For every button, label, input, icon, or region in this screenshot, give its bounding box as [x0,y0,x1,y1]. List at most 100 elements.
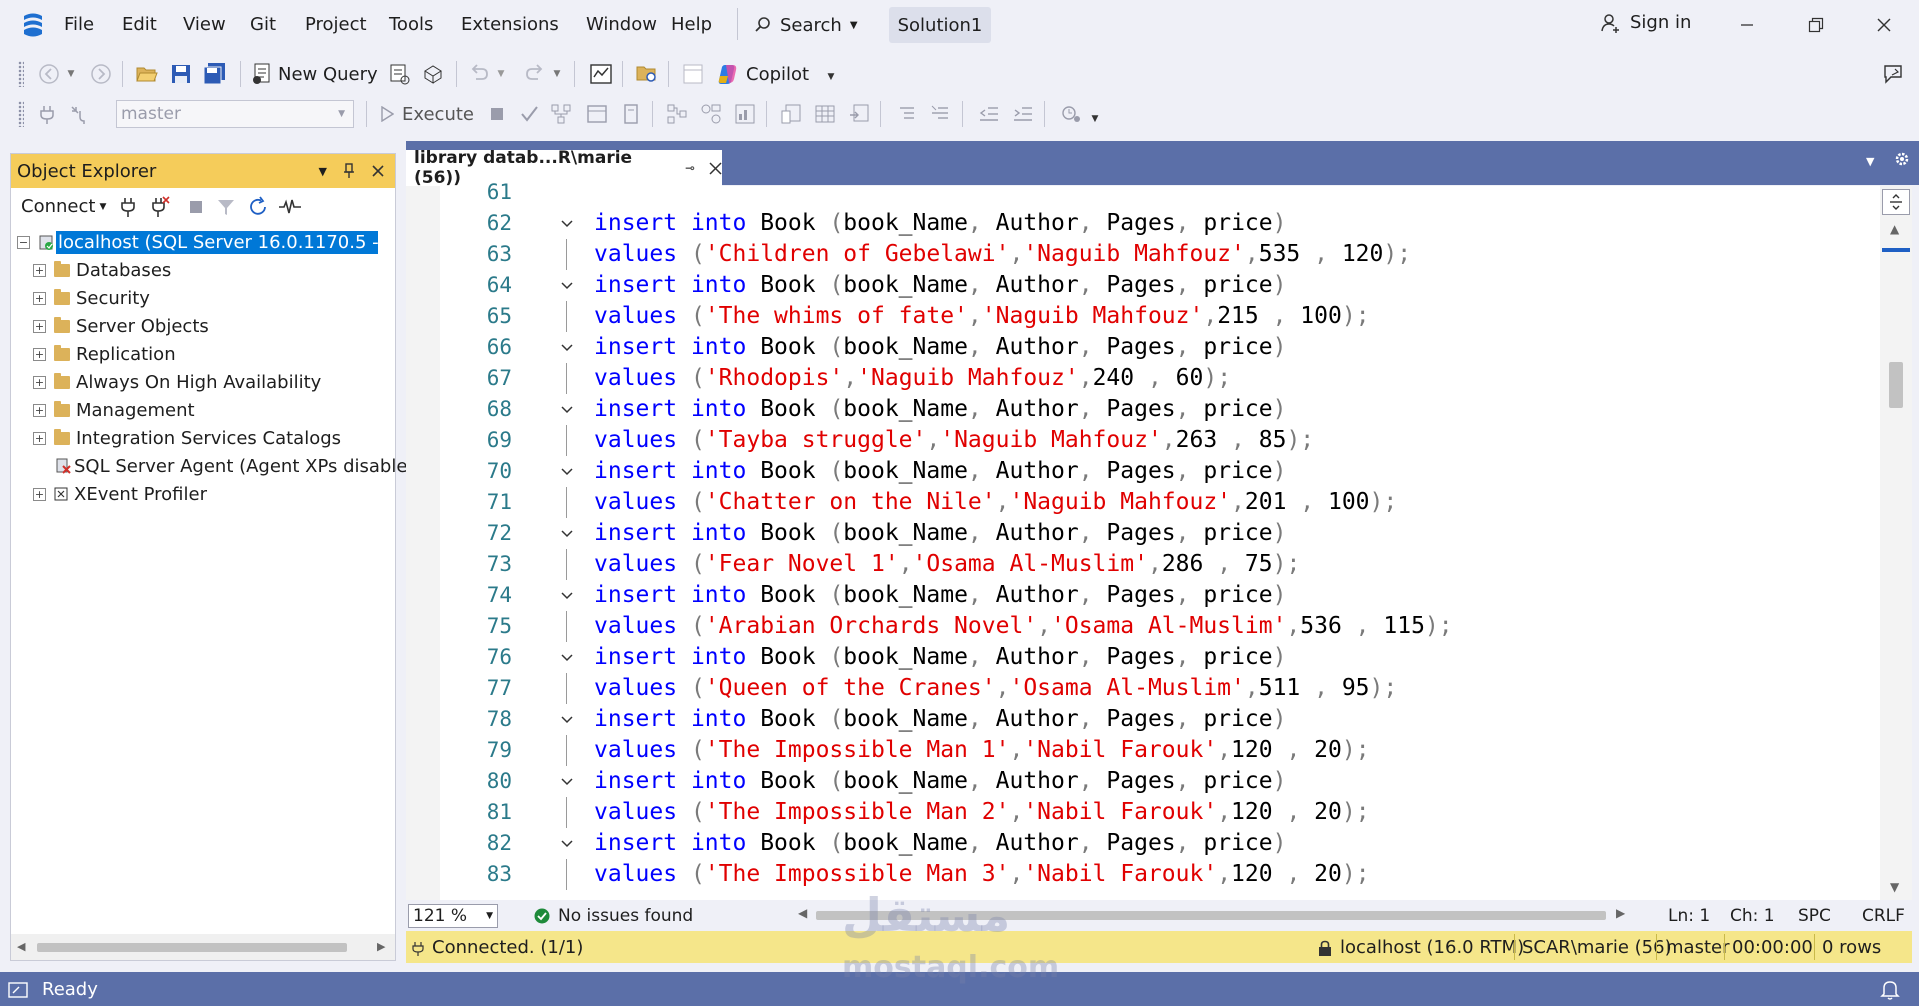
scroll-up-icon[interactable]: ▲ [1890,222,1899,236]
code-line[interactable]: 76 insert into Book (book_Name, Author, P… [406,642,1876,673]
code-line[interactable]: 75 values ('Arabian Orchards Novel','Osam… [406,611,1876,642]
connect-icon[interactable] [34,101,60,127]
menu-file[interactable]: File [64,14,94,35]
scroll-left-icon[interactable]: ◀ [17,940,25,953]
connect-dropdown[interactable]: Connect ▼ [21,196,106,217]
code-line[interactable]: 69 values ('Tayba struggle','Naguib Mahfo… [406,425,1876,456]
code-line[interactable]: 73 values ('Fear Novel 1','Osama Al-Musli… [406,549,1876,580]
restore-button[interactable] [1801,10,1831,40]
activity-monitor-icon[interactable] [588,61,614,87]
ssms-logo-icon[interactable] [18,10,48,40]
minimize-button[interactable] [1732,10,1762,40]
fold-chevron-icon[interactable] [558,642,576,673]
open-file-icon[interactable] [134,61,160,87]
back-dropdown-icon[interactable]: ▼ [64,61,78,87]
analysis-query-icon[interactable] [420,61,446,87]
results-to-text-icon[interactable] [778,101,804,127]
fold-chevron-icon[interactable] [558,270,576,301]
save-all-icon[interactable] [202,61,228,87]
expand-icon[interactable]: + [33,375,46,389]
menu-help[interactable]: Help [671,14,712,35]
code-line[interactable]: 68 insert into Book (book_Name, Author, P… [406,394,1876,425]
stop-icon[interactable] [183,194,209,220]
fold-chevron-icon[interactable] [558,518,576,549]
code-line[interactable]: 81 values ('The Impossible Man 2','Nabil … [406,797,1876,828]
redo-dropdown-icon[interactable]: ▼ [550,61,564,87]
forward-icon[interactable] [88,61,114,87]
hscroll-thumb[interactable] [816,911,1606,920]
hscroll-left-icon[interactable]: ◀ [798,906,807,920]
tree-item-integration-services-catalogs[interactable]: + Integration Services Catalogs [33,424,341,452]
search-button[interactable]: Search ▼ [754,10,866,40]
code-line[interactable]: 64 insert into Book (book_Name, Author, P… [406,270,1876,301]
tree-item-always-on-high-availability[interactable]: + Always On High Availability [33,368,321,396]
toolbar-overflow-icon[interactable]: ▼ [1088,106,1102,132]
back-icon[interactable] [36,61,62,87]
intellisense-icon[interactable] [618,101,644,127]
hscroll-right-icon[interactable]: ▶ [1616,906,1625,920]
zoom-select[interactable]: 121 % ▼ [408,904,498,928]
properties-window-icon[interactable] [680,61,706,87]
code-line[interactable]: 63 values ('Children of Gebelawi','Naguib… [406,239,1876,270]
tab-list-dropdown-icon[interactable]: ▼ [1866,155,1874,168]
code-line[interactable]: 62 insert into Book (book_Name, Author, P… [406,208,1876,239]
menu-git[interactable]: Git [250,14,276,35]
database-engine-query-icon[interactable] [386,61,412,87]
code-line[interactable]: 82 insert into Book (book_Name, Author, P… [406,828,1876,859]
tree-item-management[interactable]: + Management [33,396,195,424]
fold-chevron-icon[interactable] [558,394,576,425]
toolbar-grip[interactable] [18,101,24,127]
toolbar-overflow-icon[interactable]: ▼ [824,64,838,90]
scrollbar-thumb[interactable] [37,943,347,952]
change-connection-icon[interactable] [66,101,92,127]
menu-window[interactable]: Window [586,14,657,35]
connect-plug-icon[interactable] [115,194,141,220]
tree-item-server-objects[interactable]: + Server Objects [33,312,209,340]
undo-icon[interactable] [466,61,492,87]
issues-indicator[interactable]: No issues found [534,906,693,926]
code-line[interactable]: 61 [406,177,1876,208]
tree-item-security[interactable]: + Security [33,284,150,312]
close-window-button[interactable] [1869,10,1899,40]
uncomment-lines-icon[interactable] [928,101,954,127]
code-line[interactable]: 72 insert into Book (book_Name, Author, P… [406,518,1876,549]
activity-pulse-icon[interactable] [277,194,303,220]
actual-plan-icon[interactable] [664,101,690,127]
fold-chevron-icon[interactable] [558,208,576,239]
results-to-grid-icon[interactable] [812,101,838,127]
refresh-icon[interactable] [245,194,271,220]
new-query-button[interactable]: New Query [252,61,378,87]
fold-chevron-icon[interactable] [558,766,576,797]
code-line[interactable]: 66 insert into Book (book_Name, Author, P… [406,332,1876,363]
menu-tools[interactable]: Tools [389,14,433,35]
expand-icon[interactable]: + [33,319,46,333]
scroll-down-icon[interactable]: ▼ [1890,880,1899,894]
client-stats-icon[interactable] [732,101,758,127]
menu-project[interactable]: Project [305,14,367,35]
code-line[interactable]: 74 insert into Book (book_Name, Author, P… [406,580,1876,611]
expand-icon[interactable]: + [33,431,46,445]
increase-indent-icon[interactable] [1010,101,1036,127]
panel-menu-icon[interactable]: ▼ [319,165,327,178]
live-stats-icon[interactable] [698,101,724,127]
fold-chevron-icon[interactable] [558,332,576,363]
settings-gear-icon[interactable] [1894,151,1910,167]
tree-item-replication[interactable]: + Replication [33,340,176,368]
code-line[interactable]: 79 values ('The Impossible Man 1','Nabil … [406,735,1876,766]
undo-dropdown-icon[interactable]: ▼ [494,61,508,87]
specify-template-values-icon[interactable] [1058,101,1084,127]
decrease-indent-icon[interactable] [976,101,1002,127]
database-select[interactable]: master ▼ [116,100,354,128]
disconnect-icon[interactable] [147,194,173,220]
close-icon[interactable] [371,164,385,178]
scrollbar-thumb[interactable] [1889,362,1903,408]
code-line[interactable]: 77 values ('Queen of the Cranes','Osama A… [406,673,1876,704]
horizontal-scrollbar[interactable]: ◀ ▶ [11,934,395,960]
tree-item-xevent-profiler[interactable]: + XEvent Profiler [33,480,207,508]
notifications-bell-icon[interactable] [1880,979,1900,1001]
expand-icon[interactable]: + [33,347,46,361]
fold-chevron-icon[interactable] [558,456,576,487]
fold-chevron-icon[interactable] [558,580,576,611]
fold-chevron-icon[interactable] [558,704,576,735]
filter-icon[interactable] [213,194,239,220]
